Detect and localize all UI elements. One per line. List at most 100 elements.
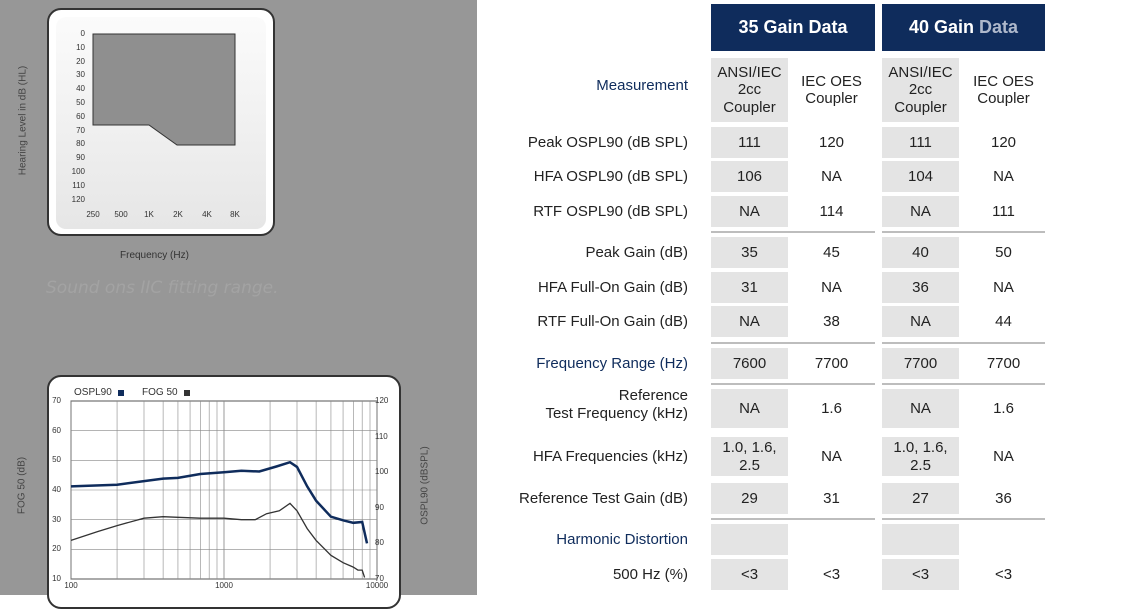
table-cell: 106 <box>711 161 788 192</box>
audiogram-x-tick: 1K <box>144 210 154 219</box>
audiogram-y-tick: 30 <box>76 70 85 80</box>
response-chart-card: OSPL90 FOG 50 70 60 50 40 30 20 10 120 110 100 90 8… <box>47 375 401 609</box>
fog50-tick: 60 <box>52 425 61 435</box>
measurement-label: Measurement <box>596 77 688 94</box>
header-35-title: 35 Gain <box>738 17 804 37</box>
table-cell: 120 <box>818 133 845 151</box>
row-label: RTF OSPL90 (dB SPL) <box>533 202 688 220</box>
fitting-range-area <box>92 33 236 146</box>
table-cell: 36 <box>995 489 1012 507</box>
table-cell: NA <box>821 447 842 465</box>
table-cell: NA <box>882 389 959 428</box>
table-cell: 31 <box>823 489 840 507</box>
header-40-gain: 40 Gain Data <box>882 4 1045 51</box>
row-label: Frequency Range (Hz) <box>536 354 688 372</box>
plot-grid <box>70 401 378 579</box>
fog50-tick: 40 <box>52 485 61 494</box>
audiogram-y-tick: 10 <box>76 42 85 52</box>
audiogram-y-tick: 60 <box>76 111 85 121</box>
fog50-axis-label: FOG 50 (dB) <box>16 456 28 515</box>
table-cell: NA <box>711 389 788 428</box>
header-40-accent: Data <box>979 17 1019 37</box>
fog50-tick: 20 <box>52 544 61 554</box>
audiogram-x-tick: 2K <box>173 210 183 219</box>
coupler-ansi-35: ANSI/IEC 2cc Coupler <box>711 58 788 122</box>
section-divider <box>882 342 1045 344</box>
ospl90-tick: 100 <box>375 467 389 477</box>
audiogram-y-tick: 100 <box>71 167 85 176</box>
response-chart <box>70 390 378 580</box>
table-cell: NA <box>993 167 1014 185</box>
table-cell <box>882 524 959 555</box>
ospl90-legend-swatch <box>118 390 124 396</box>
section-divider <box>711 231 875 233</box>
table-cell: 35 <box>711 237 788 268</box>
coupler-oes-35: IEC OES Coupler <box>801 72 862 107</box>
audiogram-y-tick: 120 <box>71 194 85 204</box>
audiogram-x-tick: 250 <box>86 210 100 219</box>
table-cell: 45 <box>823 243 840 261</box>
frequency-tick: 10000 <box>365 581 389 590</box>
audiogram-y-axis-label: Hearing Level in dB (HL) <box>17 65 29 176</box>
frequency-tick: 100 <box>64 581 78 590</box>
table-cell: 111 <box>882 127 959 158</box>
table-cell: <3 <box>822 565 841 583</box>
ospl90-tick: 120 <box>375 396 389 405</box>
ospl90-axis-label: OSPL90 (dBSPL) <box>419 446 431 525</box>
table-cell <box>793 524 870 555</box>
fog50-tick: 30 <box>52 514 61 524</box>
table-cell: 114 <box>819 202 844 220</box>
table-cell: 29 <box>711 483 788 514</box>
audiogram-y-tick: 80 <box>76 139 85 149</box>
row-label: HFA Frequencies (kHz) <box>532 447 688 465</box>
table-cell <box>965 524 1042 555</box>
section-divider <box>711 383 875 385</box>
audiogram-y-tick: 70 <box>76 125 85 135</box>
section-divider <box>882 383 1045 385</box>
fog50-tick: 70 <box>52 396 61 405</box>
table-cell: 38 <box>823 312 840 330</box>
table-cell: NA <box>882 196 959 227</box>
audiogram-y-tick: 90 <box>76 153 85 163</box>
table-cell: 1.0, 1.6, 2.5 <box>711 437 788 476</box>
audiogram-x-tick: 4K <box>202 210 212 219</box>
table-cell: 111 <box>711 127 788 158</box>
row-label: Reference Test Frequency (kHz) <box>545 387 688 422</box>
audiogram-y-tick: 40 <box>76 84 85 94</box>
table-cell: <3 <box>994 565 1013 583</box>
row-label: 500 Hz (%) <box>612 565 688 583</box>
table-cell: NA <box>711 306 788 337</box>
section-divider <box>711 518 875 520</box>
table-cell: 7700 <box>882 348 959 379</box>
fog50-legend-label: FOG 50 <box>142 387 178 398</box>
coupler-ansi-40: ANSI/IEC 2cc Coupler <box>882 58 959 122</box>
left-panel: 0 10 20 30 40 50 60 70 80 90 100 110 120 250 500 1K 2K 4… <box>0 0 477 609</box>
audiogram-x-tick: 500 <box>114 210 128 219</box>
table-cell: 7600 <box>711 348 788 379</box>
table-cell: 44 <box>995 312 1012 330</box>
table-cell: 27 <box>882 483 959 514</box>
header-35-accent: Data <box>808 17 848 37</box>
ospl90-tick: 90 <box>375 502 384 512</box>
table-cell: 1.6 <box>821 399 842 417</box>
table-cell: 7700 <box>986 354 1021 372</box>
audiogram-y-tick: 0 <box>80 29 85 38</box>
table-cell: 111 <box>992 202 1015 220</box>
audiogram-y-tick: 110 <box>72 180 85 190</box>
header-40-title: 40 Gain <box>908 17 974 37</box>
audiogram-card: 0 10 20 30 40 50 60 70 80 90 100 110 120 250 500 1K 2K 4… <box>47 8 275 236</box>
fitting-range-caption: Sound ons IIC fitting range. <box>46 278 279 298</box>
row-label: RTF Full-On Gain (dB) <box>537 312 688 330</box>
section-divider <box>711 342 875 344</box>
table-cell: <3 <box>711 559 788 590</box>
table-cell: 1.0, 1.6, 2.5 <box>882 437 959 476</box>
row-label: Harmonic Distortion <box>556 530 688 548</box>
header-35-gain: 35 Gain Data <box>711 4 875 51</box>
audiogram-x-axis-label: Frequency (Hz) <box>120 250 189 261</box>
table-cell: <3 <box>882 559 959 590</box>
ospl90-tick: 80 <box>375 538 384 548</box>
table-cell: NA <box>882 306 959 337</box>
table-cell: 104 <box>882 161 959 192</box>
table-cell: NA <box>993 278 1014 296</box>
table-cell: NA <box>821 278 842 296</box>
